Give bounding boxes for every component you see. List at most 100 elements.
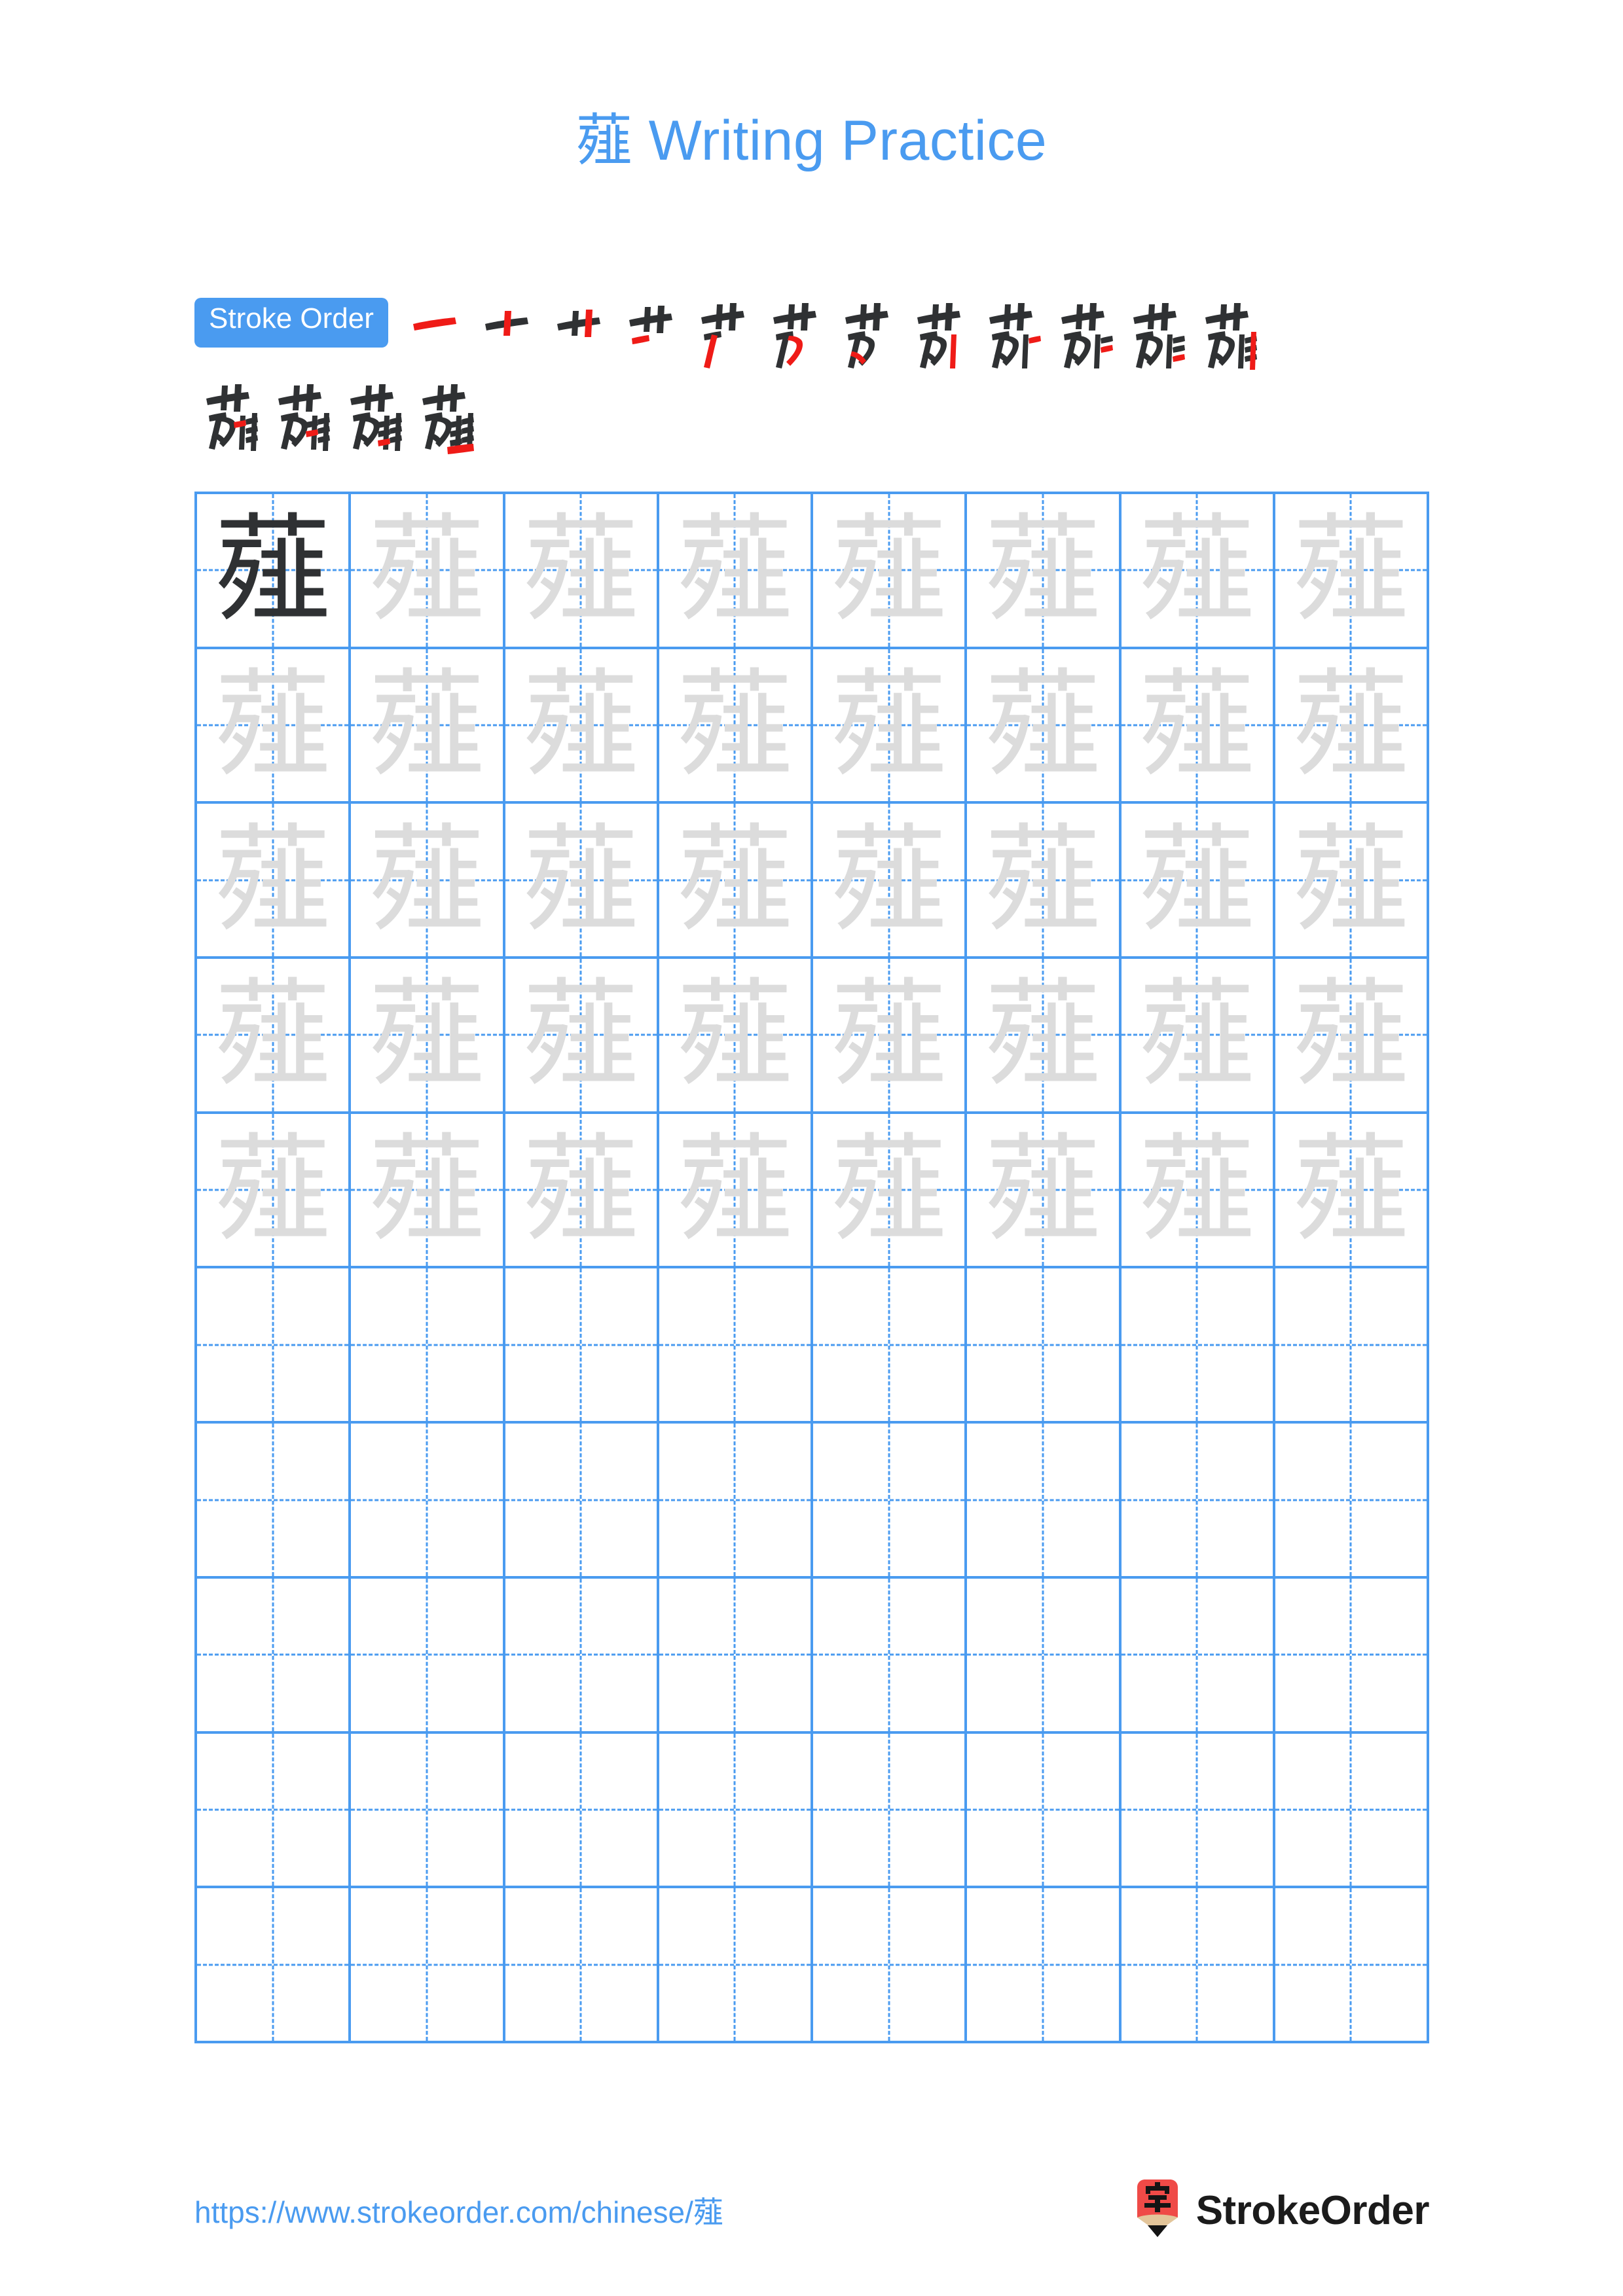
practice-cell[interactable]: 薤 <box>197 804 352 960</box>
trace-character: 薤 <box>830 502 947 638</box>
practice-cell[interactable]: 薤 <box>1275 649 1429 804</box>
practice-cell[interactable] <box>967 1424 1122 1579</box>
trace-character: 薤 <box>1292 657 1410 793</box>
practice-cell[interactable]: 薤 <box>813 959 968 1114</box>
practice-cell[interactable] <box>197 1578 352 1734</box>
practice-cell[interactable]: 薤 <box>813 804 968 960</box>
practice-cell[interactable]: 薤 <box>1275 494 1429 649</box>
trace-character: 薤 <box>984 967 1101 1103</box>
practice-cell[interactable] <box>197 1888 352 2043</box>
practice-cell[interactable] <box>505 1888 659 2043</box>
practice-cell[interactable] <box>351 1268 505 1424</box>
practice-cell[interactable]: 薤 <box>505 804 659 960</box>
practice-cell[interactable]: 薤 <box>967 1113 1122 1269</box>
practice-cell[interactable] <box>813 1733 968 1889</box>
trace-character: 薤 <box>522 1122 640 1258</box>
practice-cell[interactable] <box>659 1888 813 2043</box>
practice-cell[interactable]: 薤 <box>505 1113 659 1269</box>
trace-character: 薤 <box>1292 502 1410 638</box>
practice-cell[interactable]: 薤 <box>967 804 1122 960</box>
practice-cell[interactable]: 薤 <box>351 1113 505 1269</box>
practice-cell[interactable]: 薤 <box>1121 1113 1275 1269</box>
practice-cell[interactable] <box>813 1268 968 1424</box>
practice-cell[interactable] <box>1275 1424 1429 1579</box>
practice-cell[interactable]: 薤 <box>1275 959 1429 1114</box>
practice-cell[interactable] <box>197 1733 352 1889</box>
practice-cell[interactable]: 薤 <box>197 959 352 1114</box>
practice-cell[interactable]: 薤 <box>659 494 813 649</box>
practice-cell[interactable]: 薤 <box>813 1113 968 1269</box>
trace-character: 薤 <box>830 812 947 948</box>
practice-cell[interactable]: 薤 <box>351 959 505 1114</box>
trace-character: 薤 <box>1292 1122 1410 1258</box>
footer-url-link[interactable]: https://www.strokeorder.com/chinese/薤 <box>194 2189 723 2232</box>
practice-cell[interactable]: 薤 <box>967 959 1122 1114</box>
practice-cell[interactable]: 薤 <box>505 494 659 649</box>
practice-cell[interactable]: 薤 <box>1275 804 1429 960</box>
practice-cell[interactable] <box>1275 1733 1429 1889</box>
practice-cell[interactable] <box>967 1578 1122 1734</box>
practice-cell[interactable] <box>197 1268 352 1424</box>
practice-cell[interactable] <box>659 1268 813 1424</box>
practice-cell[interactable] <box>1275 1888 1429 2043</box>
practice-cell[interactable]: 薤 <box>1275 1113 1429 1269</box>
practice-cell[interactable]: 薤 <box>351 804 505 960</box>
practice-cell[interactable]: 薤 <box>659 959 813 1114</box>
practice-cell[interactable]: 薤 <box>813 494 968 649</box>
practice-cell[interactable] <box>1121 1268 1275 1424</box>
practice-cell[interactable]: 薤 <box>659 804 813 960</box>
practice-cell[interactable]: 薤 <box>659 1113 813 1269</box>
trace-character: 薤 <box>368 657 485 793</box>
practice-cell[interactable] <box>505 1268 659 1424</box>
practice-cell[interactable]: 薤 <box>967 649 1122 804</box>
stroke-step-12 <box>1196 298 1264 375</box>
practice-cell[interactable]: 薤 <box>659 649 813 804</box>
practice-cell[interactable] <box>351 1424 505 1579</box>
practice-cell[interactable] <box>1121 1424 1275 1579</box>
stroke-step-2 <box>476 298 544 375</box>
practice-cell[interactable] <box>967 1268 1122 1424</box>
trace-character: 薤 <box>522 502 640 638</box>
trace-character: 薤 <box>214 1122 331 1258</box>
practice-cell[interactable] <box>659 1733 813 1889</box>
practice-cell[interactable]: 薤 <box>1121 494 1275 649</box>
stroke-step-8-icon <box>917 303 960 368</box>
practice-cell[interactable] <box>813 1578 968 1734</box>
practice-cell[interactable]: 薤 <box>1121 649 1275 804</box>
trace-character: 薤 <box>1292 812 1410 948</box>
practice-cell[interactable]: 薤 <box>197 649 352 804</box>
practice-cell[interactable]: 薤 <box>967 494 1122 649</box>
stroke-order-row-2 <box>194 379 1438 456</box>
practice-cell[interactable]: 薤 <box>351 649 505 804</box>
practice-cell[interactable]: 薤 <box>351 494 505 649</box>
practice-cell[interactable] <box>505 1733 659 1889</box>
practice-cell[interactable]: 薤 <box>505 959 659 1114</box>
practice-cell[interactable] <box>351 1578 505 1734</box>
practice-cell[interactable] <box>967 1733 1122 1889</box>
practice-cell[interactable] <box>1275 1268 1429 1424</box>
trace-character: 薤 <box>830 1122 947 1258</box>
practice-cell[interactable] <box>813 1424 968 1579</box>
stroke-step-12-icon <box>1205 303 1257 370</box>
practice-cell[interactable] <box>659 1424 813 1579</box>
practice-cell[interactable] <box>659 1578 813 1734</box>
practice-cell[interactable] <box>351 1733 505 1889</box>
trace-character: 薤 <box>214 812 331 948</box>
practice-cell[interactable]: 薤 <box>1121 804 1275 960</box>
practice-cell[interactable] <box>1121 1733 1275 1889</box>
practice-cell[interactable] <box>1275 1578 1429 1734</box>
practice-cell[interactable] <box>505 1424 659 1579</box>
practice-cell[interactable] <box>197 1424 352 1579</box>
practice-cell[interactable] <box>967 1888 1122 2043</box>
practice-cell[interactable] <box>1121 1578 1275 1734</box>
practice-cell[interactable]: 薤 <box>813 649 968 804</box>
practice-cell[interactable]: 薤 <box>197 1113 352 1269</box>
practice-cell[interactable] <box>813 1888 968 2043</box>
practice-cell[interactable] <box>1121 1888 1275 2043</box>
practice-cell[interactable]: 薤 <box>1121 959 1275 1114</box>
practice-cell[interactable]: 薤 <box>505 649 659 804</box>
stroke-step-6 <box>764 298 832 375</box>
practice-cell[interactable] <box>505 1578 659 1734</box>
practice-cell[interactable] <box>351 1888 505 2043</box>
practice-cell[interactable]: 薤 <box>197 494 352 649</box>
